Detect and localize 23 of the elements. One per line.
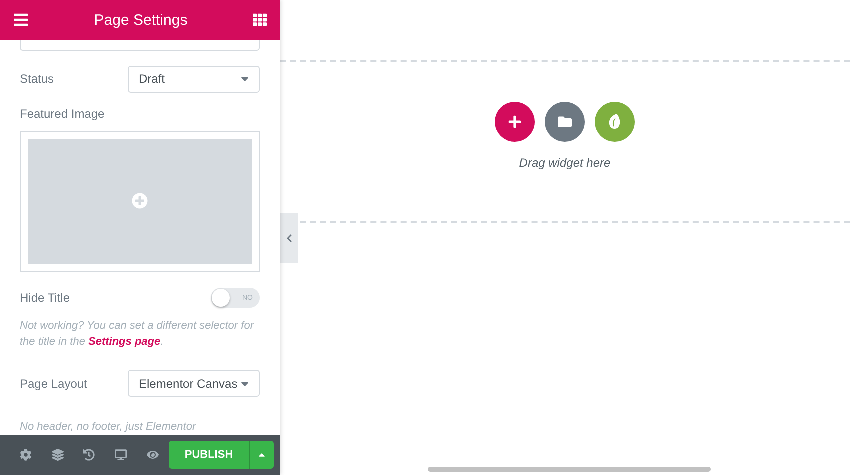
plus-icon	[508, 115, 522, 129]
menu-icon[interactable]	[13, 12, 29, 28]
field-label: Page Layout	[20, 376, 88, 390]
template-button[interactable]	[545, 102, 585, 142]
folder-icon	[558, 115, 572, 129]
grid-icon[interactable]	[253, 13, 267, 27]
drop-hint: Drag widget here	[519, 156, 611, 170]
select-field[interactable]: Elementor Canvas	[128, 370, 260, 397]
select-field[interactable]: Draft	[128, 66, 260, 93]
input-field[interactable]	[20, 40, 260, 51]
add-icon	[132, 193, 148, 210]
leaf-icon	[608, 114, 622, 130]
field-label: Featured Image	[20, 106, 105, 121]
chevron-icon	[284, 234, 294, 242]
logo-button[interactable]	[595, 102, 635, 142]
settings-link[interactable]: Settings page	[88, 336, 161, 348]
panel-title: Page Settings	[94, 12, 188, 28]
scrollbar[interactable]	[428, 467, 711, 472]
help-text: Not working? You can set a different selector for the title in the Settings page.	[20, 319, 256, 350]
help-text: No header, no footer, just Elementor	[20, 420, 198, 435]
field-label: Status	[20, 72, 54, 86]
add-button[interactable]	[495, 102, 535, 142]
field-label: Hide Title	[20, 291, 70, 305]
